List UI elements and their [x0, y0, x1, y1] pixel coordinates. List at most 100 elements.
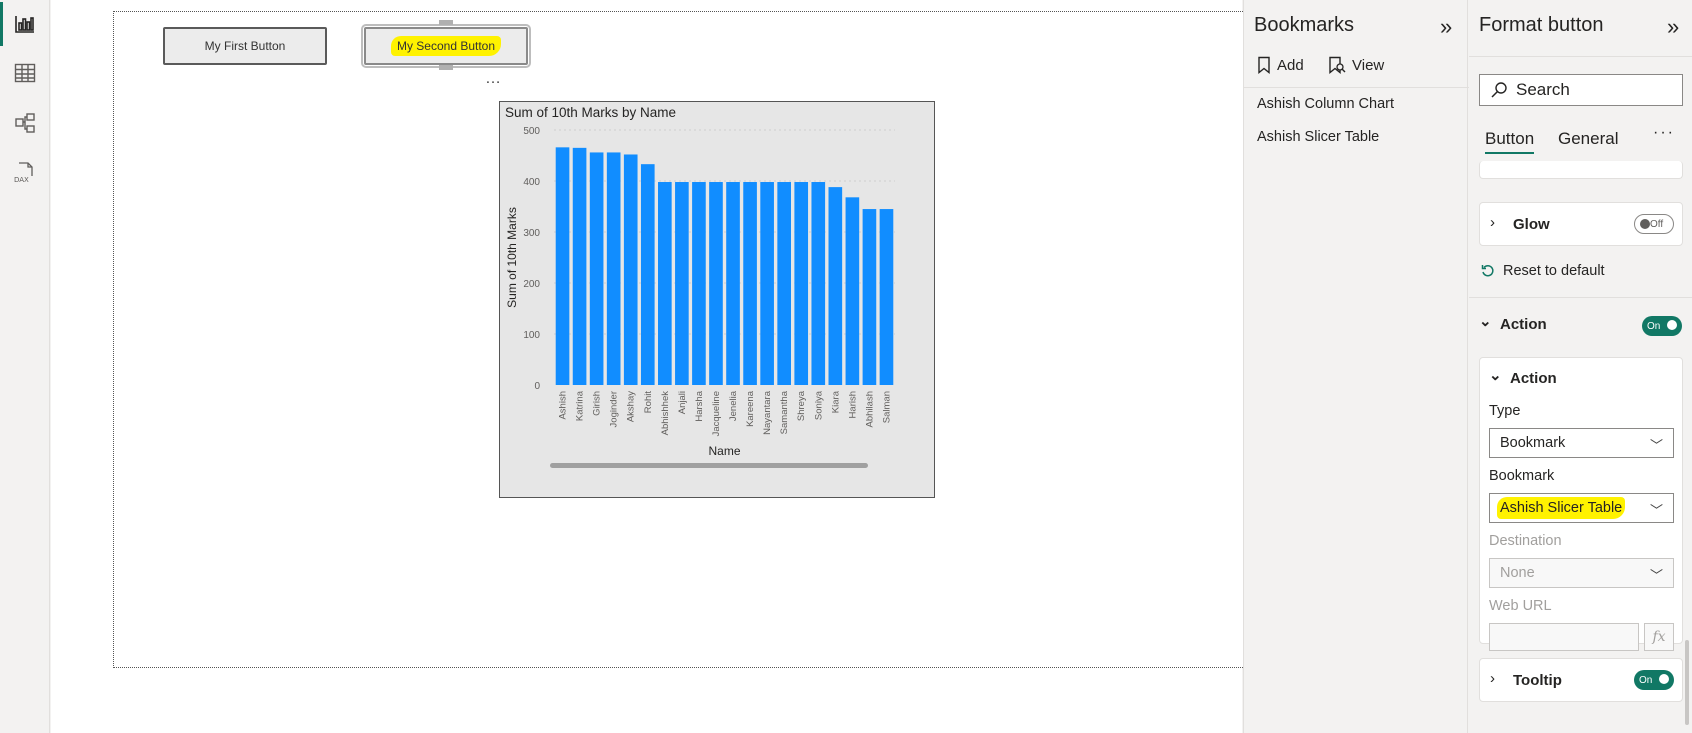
tooltip-toggle-label: On [1639, 674, 1653, 686]
search-input[interactable]: Search [1479, 74, 1683, 106]
chevron-down-icon[interactable]: ⌄ [1479, 312, 1492, 330]
action-toggle[interactable]: On [1642, 316, 1682, 336]
bar[interactable] [777, 182, 791, 385]
action-section-title[interactable]: Action [1500, 316, 1547, 333]
more-options-button[interactable]: ··· [1653, 124, 1675, 142]
bar[interactable] [623, 154, 638, 385]
glow-toggle[interactable]: Off [1634, 214, 1674, 234]
nav-active-indicator [0, 2, 3, 46]
table-view-icon[interactable] [10, 58, 40, 88]
bar[interactable] [726, 182, 740, 385]
bar[interactable] [692, 182, 706, 385]
bookmarks-title: Bookmarks [1254, 14, 1355, 36]
bar[interactable] [828, 187, 843, 385]
bar[interactable] [555, 147, 570, 385]
previous-section-card [1479, 161, 1683, 179]
my-second-button[interactable]: My Second Button [361, 24, 531, 68]
collapse-format-icon[interactable]: » [1667, 14, 1679, 40]
dax-query-icon[interactable]: DAX [10, 158, 40, 188]
x-tick-label: Shreya [796, 390, 807, 421]
column-chart[interactable]: Sum of 10th Marks by Name 0 100 200 300 400 5… [499, 101, 935, 498]
y-tick-label: 0 [534, 381, 540, 392]
bar[interactable] [811, 182, 826, 385]
bar[interactable] [760, 182, 774, 385]
x-tick-label: Girish [592, 391, 603, 416]
bar[interactable] [606, 152, 621, 385]
horizontal-scrollbar[interactable] [550, 463, 868, 468]
bookmark-item[interactable]: Ashish Slicer Table [1257, 129, 1379, 145]
resize-handle-top[interactable] [439, 20, 453, 25]
type-dropdown[interactable]: Bookmark ﹀ [1489, 428, 1674, 458]
bar[interactable] [743, 182, 757, 385]
x-tick-label: Salman [881, 391, 892, 423]
bookmarks-pane: Bookmarks » Add View Ashish Column Chart… [1243, 0, 1469, 733]
format-pane-scrollbar[interactable] [1685, 640, 1689, 725]
tooltip-label: Tooltip [1513, 672, 1562, 689]
add-bookmark-button[interactable]: Add [1257, 56, 1304, 74]
bar[interactable] [675, 182, 689, 385]
bookmarks-divider [1244, 87, 1469, 88]
reset-label: Reset to default [1503, 263, 1605, 279]
tooltip-card[interactable]: › Tooltip On [1479, 658, 1683, 702]
report-page: My First Button My Second Button … Sum o… [113, 11, 1283, 668]
x-axis-title: Name [708, 444, 740, 458]
y-tick-label: 200 [523, 279, 540, 290]
type-dropdown-value: Bookmark [1500, 435, 1566, 451]
view-bookmark-button[interactable]: View [1328, 56, 1384, 74]
bar[interactable] [862, 209, 877, 385]
bookmark-dropdown[interactable]: Ashish Slicer Table ﹀ [1489, 493, 1674, 523]
bar[interactable] [879, 209, 894, 385]
chevron-down-icon: ﹀ [1649, 568, 1663, 583]
type-label: Type [1489, 403, 1521, 419]
chevron-right-icon: › [1490, 670, 1495, 687]
x-tick-label: Joginder [609, 391, 620, 427]
bar[interactable] [640, 164, 655, 385]
web-url-input[interactable] [1489, 623, 1639, 651]
collapse-bookmarks-icon[interactable]: » [1440, 14, 1452, 40]
chevron-down-icon[interactable]: ⌄ [1489, 366, 1502, 384]
y-tick-label: 300 [523, 228, 540, 239]
tab-button[interactable]: Button [1485, 129, 1535, 154]
reset-to-default-button[interactable]: Reset to default [1481, 263, 1605, 279]
destination-dropdown-value: None [1500, 565, 1535, 581]
x-tick-label: Kiara [830, 390, 841, 413]
x-tick-label: Anjali [677, 391, 688, 414]
format-divider [1469, 56, 1692, 57]
reset-icon [1481, 265, 1494, 277]
model-view-icon[interactable] [10, 108, 40, 138]
tooltip-toggle[interactable]: On [1634, 670, 1674, 690]
resize-handle-bottom[interactable] [439, 65, 453, 70]
x-tick-label: Abhilash [864, 391, 875, 427]
toggle-knob [1640, 219, 1650, 229]
x-tick-label: Nayantara [762, 390, 773, 435]
add-bookmark-label: Add [1277, 56, 1304, 74]
view-bookmark-label: View [1352, 56, 1385, 74]
bar[interactable] [658, 182, 672, 385]
glow-card[interactable]: › Glow Off [1479, 202, 1683, 246]
tab-general[interactable]: General [1558, 129, 1618, 149]
bar[interactable] [572, 147, 587, 385]
more-options-button[interactable]: … [485, 70, 502, 88]
search-placeholder: Search [1516, 80, 1570, 99]
bar[interactable] [589, 152, 604, 385]
bar[interactable] [709, 182, 723, 385]
bar[interactable] [794, 182, 809, 385]
bookmark-dropdown-value: Ashish Slicer Table [1497, 497, 1626, 519]
bar[interactable] [845, 197, 860, 385]
chevron-down-icon: ﹀ [1649, 503, 1663, 518]
x-tick-label: Abhishhek [660, 391, 671, 436]
destination-dropdown[interactable]: None ﹀ [1489, 558, 1674, 588]
fx-button[interactable]: fx [1644, 623, 1674, 651]
format-scroll-area: › Glow Off Reset to default ⌄ Action On … [1469, 161, 1692, 733]
my-first-button[interactable]: My First Button [163, 27, 327, 65]
report-canvas-area: My First Button My Second Button … Sum o… [51, 0, 1283, 733]
bookmark-item[interactable]: Ashish Column Chart [1257, 96, 1394, 112]
report-view-icon[interactable] [10, 9, 40, 39]
chevron-down-icon: ﹀ [1649, 438, 1663, 453]
action-toggle-label: On [1647, 320, 1661, 332]
search-icon [1491, 82, 1507, 98]
my-first-button-label: My First Button [204, 39, 286, 53]
chart-plot: 0 100 200 300 400 500 Ashish Katrina Girish Jogin… [505, 126, 895, 468]
x-tick-label: Harish [847, 391, 858, 418]
destination-label: Destination [1489, 533, 1562, 549]
